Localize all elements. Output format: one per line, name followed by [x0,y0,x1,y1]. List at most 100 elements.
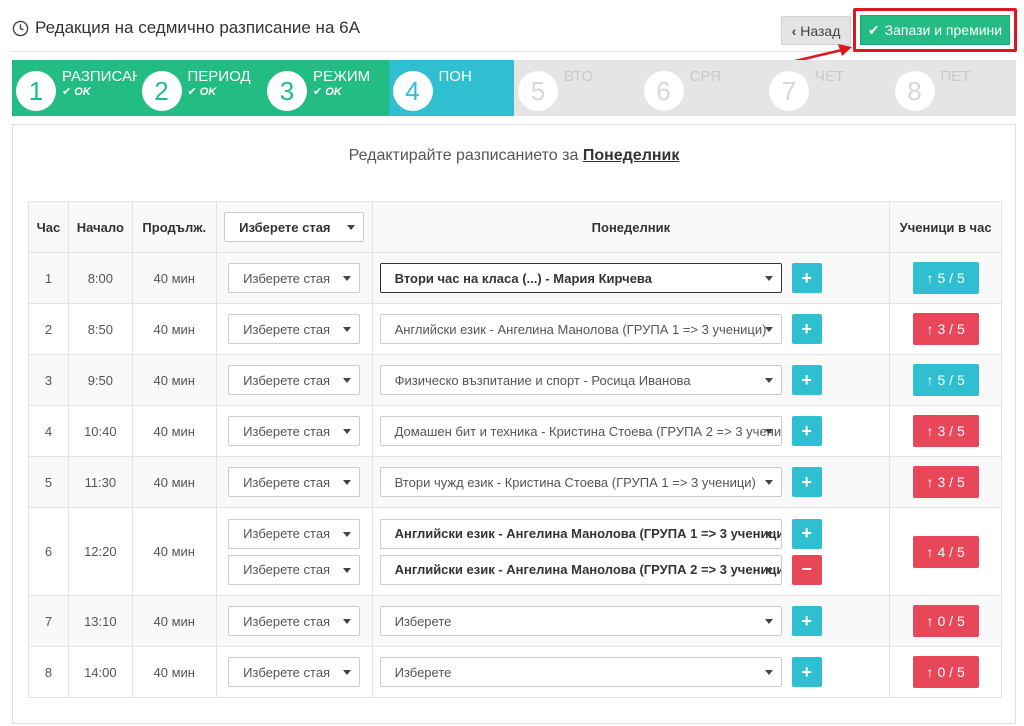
cell-students: ↑ 0 / 5 [889,646,1002,698]
cell-subject: Изберете + [371,646,891,698]
subject-select[interactable]: Втори чужд език - Кристина Стоева (ГРУПА… [379,467,782,497]
cell-room: Изберете стая [215,595,373,647]
cell-start: 10:40 [67,405,133,457]
page-title: Редакция на седмично разписание на 6А [12,18,360,38]
room-select-stack: Изберете стая Изберете стая [217,513,372,591]
schedule-panel: Редактирайте разписанието за Понеделник … [12,124,1016,724]
schedule-subtitle: Редактирайте разписанието за Понеделник [13,147,1015,165]
wizard-step-4[interactable]: 4 ПОН [388,60,514,116]
room-select[interactable]: Изберете стая [228,314,361,344]
add-subject-button[interactable]: + [791,518,822,549]
cell-duration: 40 мин [131,303,217,355]
wizard-step-3[interactable]: 3 РЕЖИМ ✔ OK [263,60,389,116]
students-badge: ↑ 3 / 5 [912,313,979,345]
add-subject-button[interactable]: + [791,606,822,636]
check-icon: ✔ [62,86,72,98]
students-badge: ↑ 5 / 5 [912,364,979,396]
add-subject-button[interactable]: + [791,416,822,446]
subject-row: Физическо възпитание и спорт - Росица Ив… [373,365,890,395]
subject-select[interactable]: Физическо възпитание и спорт - Росица Ив… [379,365,782,395]
clock-icon [12,20,29,36]
subject-select[interactable]: Изберете [379,657,782,687]
student-icon: ↑ [926,372,934,388]
room-select[interactable]: Изберете стая [228,416,361,446]
room-select-all[interactable]: Изберете стая [224,212,365,242]
cell-hour: 6 [28,507,69,596]
wizard-step-8[interactable]: 8 ПЕТ [890,60,1016,116]
step-status-text: OK [199,85,217,98]
student-icon: ↑ [926,423,934,439]
step-label: ПОН [438,68,472,85]
wizard-step-6[interactable]: 6 СРЯ [639,60,765,116]
add-subject-button[interactable]: + [791,657,822,687]
cell-students: ↑ 5 / 5 [889,252,1002,304]
col-header-day: Понеделник [371,201,891,253]
subject-select-stack: Английски език - Ангелина Манолова (ГРУП… [373,308,890,350]
add-subject-button[interactable]: + [791,263,822,293]
student-icon: ↑ [926,474,934,490]
subject-select[interactable]: Втори час на класа (...) - Мария Кирчева [379,263,782,293]
back-button[interactable]: ‹ Назад [781,16,851,45]
cell-room: Изберете стая [215,354,373,406]
step-label: ВТО [564,68,594,85]
step-status: ✔ OK [187,85,217,99]
subject-select[interactable]: Английски език - Ангелина Манолова (ГРУП… [379,314,782,344]
step-label: СРЯ [689,68,721,85]
room-select[interactable]: Изберете стая [228,606,361,636]
room-select-stack: Изберете стая [217,308,372,350]
add-subject-button[interactable]: + [791,314,822,344]
room-select[interactable]: Изберете стая [228,365,361,395]
subtitle-day: Понеделник [582,147,680,164]
add-subject-button[interactable]: + [791,365,822,395]
add-subject-button[interactable]: + [791,467,822,497]
wizard-step-1[interactable]: 1 РАЗПИСАН ✔ OK [12,60,138,116]
students-badge: ↑ 3 / 5 [912,466,979,498]
subject-row: Втори час на класа (...) - Мария Кирчева… [373,263,890,293]
table-row: 7 13:10 40 мин Изберете стая Изберете + ↑ 0 / 5 [28,595,1002,647]
cell-hour: 5 [28,456,69,508]
students-count: 4 / 5 [937,543,965,560]
students-badge: ↑ 4 / 5 [912,535,979,568]
step-number: 1 [16,71,56,111]
cell-subject: Втори час на класа (...) - Мария Кирчева… [371,252,891,304]
wizard-step-7[interactable]: 7 ЧЕТ [765,60,891,116]
subject-select[interactable]: Английски език - Ангелина Манолова (ГРУП… [379,554,782,585]
cell-hour: 1 [28,252,69,304]
cell-start: 14:00 [67,646,133,698]
cell-hour: 7 [28,595,69,647]
cell-room: Изберете стая [215,252,373,304]
save-button-label: Запази и премини [884,22,1003,38]
subject-select-stack: Втори час на класа (...) - Мария Кирчева… [373,257,890,299]
col-header-room: Изберете стая [215,201,373,253]
subject-select[interactable]: Английски език - Ангелина Манолова (ГРУП… [379,518,782,549]
subject-select[interactable]: Домашен бит и техника - Кристина Стоева … [379,416,782,446]
step-status-text: OK [325,85,342,98]
remove-subject-button[interactable]: − [791,554,822,585]
wizard-step-5[interactable]: 5 ВТО [514,60,640,116]
room-select[interactable]: Изберете стая [228,554,361,585]
subject-row: Изберете + [373,606,890,636]
students-badge: ↑ 0 / 5 [912,656,979,688]
step-label: РЕЖИМ [313,68,371,85]
cell-students: ↑ 3 / 5 [889,456,1002,508]
wizard-step-2[interactable]: 2 ПЕРИОД ✔ OK [137,60,263,116]
students-badge: ↑ 3 / 5 [912,415,979,447]
cell-hour: 2 [28,303,69,355]
cell-students: ↑ 0 / 5 [889,595,1002,647]
room-select[interactable]: Изберете стая [228,263,361,293]
check-icon: ✔ [187,86,197,98]
step-label: РАЗПИСАН [62,68,137,85]
subject-select-stack: Изберете + [373,600,890,642]
room-select[interactable]: Изберете стая [228,657,361,687]
cell-room: Изберете стая [215,303,373,355]
table-row: 2 8:50 40 мин Изберете стая Английски език -… [28,303,1002,355]
cell-start: 9:50 [67,354,133,406]
room-select[interactable]: Изберете стая [228,467,361,497]
cell-duration: 40 мин [131,595,217,647]
step-number: 2 [141,71,182,111]
save-and-next-button[interactable]: ✔ Запази и премини [860,15,1010,45]
cell-duration: 40 мин [131,405,217,457]
table-row: 1 8:00 40 мин Изберете стая Втори час на кла… [28,252,1002,304]
subject-select[interactable]: Изберете [379,606,782,636]
room-select[interactable]: Изберете стая [228,518,361,549]
